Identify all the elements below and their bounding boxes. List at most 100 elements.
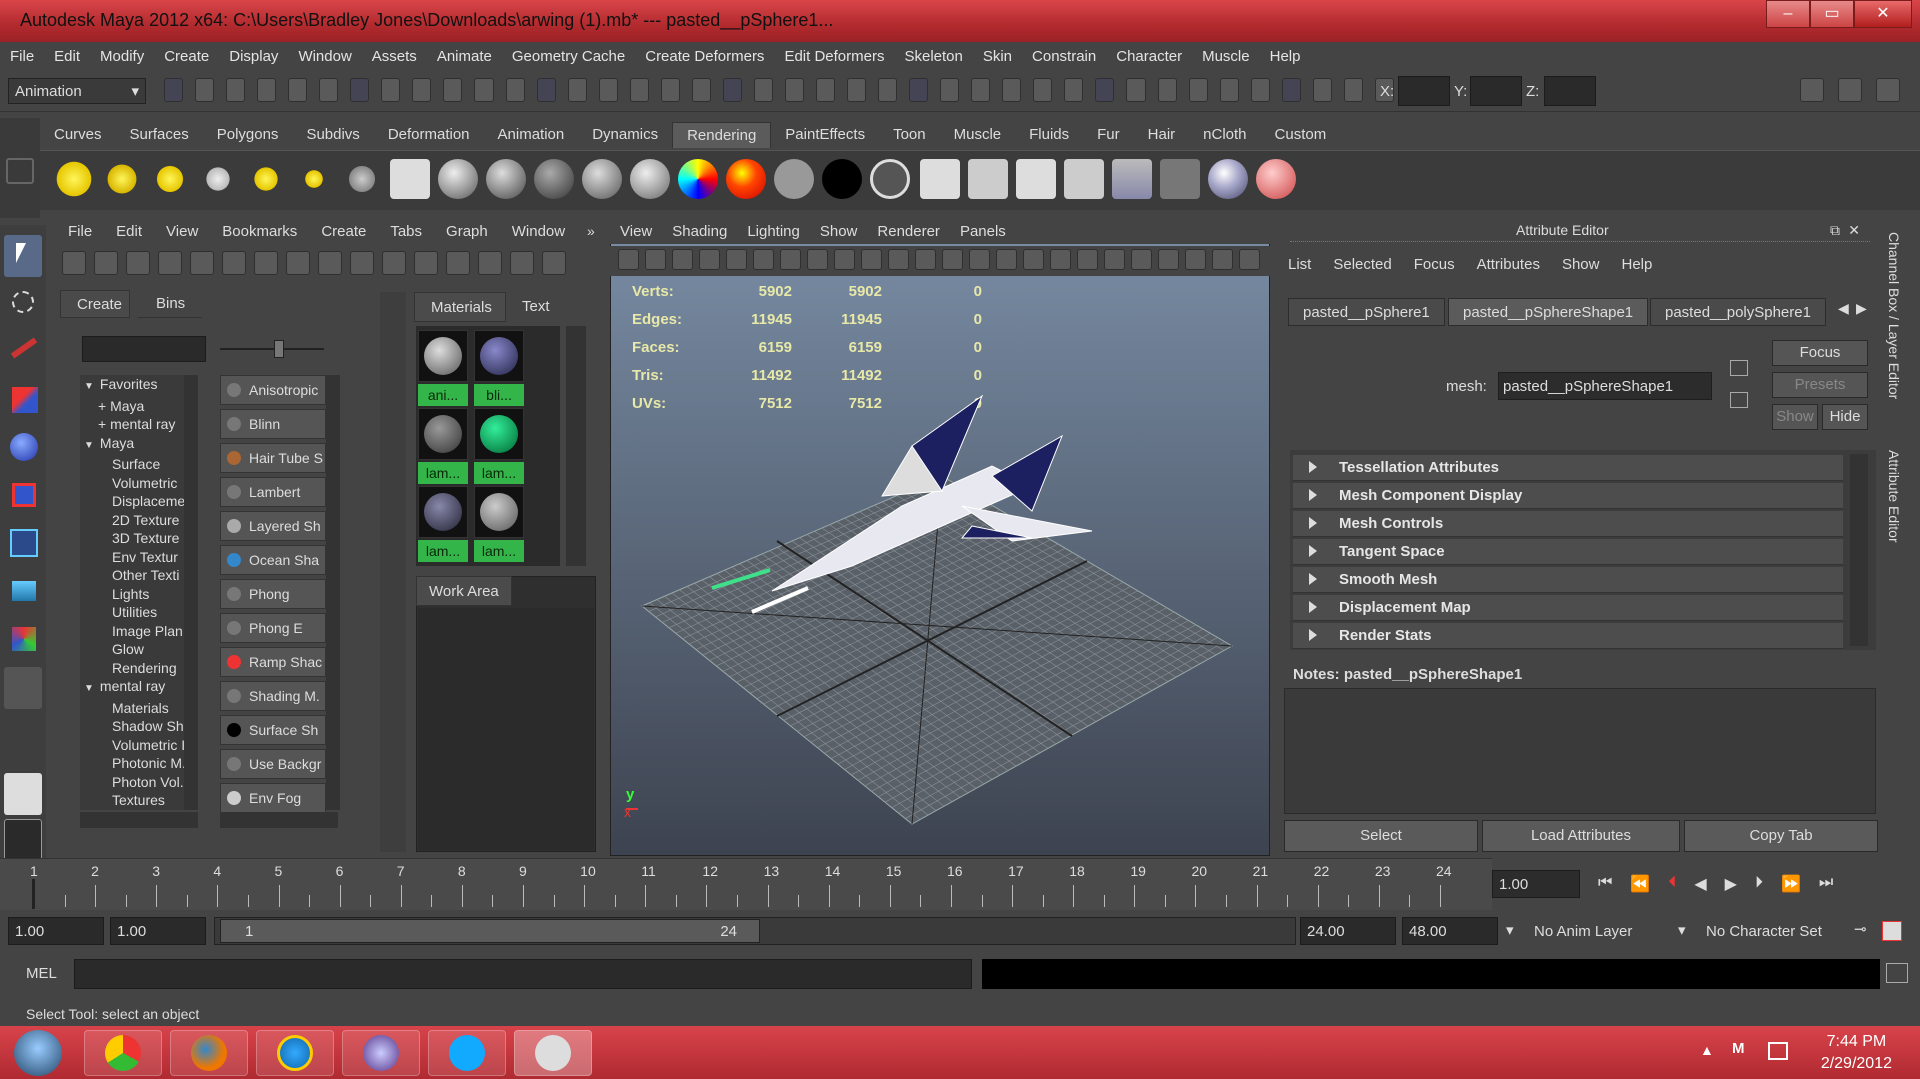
script-editor-icon[interactable] [1886,963,1908,983]
tree-expand-icon[interactable]: ▼ [84,683,94,694]
viewport-tool-icon[interactable] [942,249,963,270]
tree-item[interactable]: Env Textur [80,548,190,567]
tab-work-area[interactable]: Work Area [416,576,512,606]
tree-item[interactable]: Rendering [80,659,190,678]
close-panel-icon[interactable]: ✕ [1848,222,1860,239]
tab-create[interactable]: Create [60,290,130,318]
viewport-tool-icon[interactable] [915,249,936,270]
hypershade-tool-icon[interactable] [382,251,406,275]
tree-item[interactable]: Environmer [80,810,190,811]
current-time-field[interactable]: 1.00 [1492,870,1580,898]
chevron-down-icon[interactable]: ▾ [1506,921,1514,939]
shelf-tab-painteffects[interactable]: PaintEffects [771,122,879,148]
tree-item[interactable]: Displaceme [80,492,190,511]
hypershade-tool-icon[interactable] [254,251,278,275]
viewport-tool-icon[interactable] [1239,249,1260,270]
maya-taskbar-icon[interactable] [514,1030,592,1076]
section-tangent-space[interactable]: Tangent Space [1293,539,1843,565]
menu-skeleton[interactable]: Skeleton [894,48,972,65]
status-tool-icon[interactable] [474,78,494,102]
tool-settings-icon[interactable] [1876,78,1900,102]
presets-button[interactable]: Presets [1772,372,1868,398]
shelf-tab-custom[interactable]: Custom [1261,122,1341,148]
menu-character[interactable]: Character [1106,48,1192,65]
ime-indicator[interactable]: M [1732,1040,1745,1057]
use-background-icon[interactable] [822,159,862,199]
hypershade-menu-tabs[interactable]: Tabs [378,223,434,240]
ae-tabs-right-arrow[interactable]: ▶ [1856,300,1867,317]
maximize-button[interactable]: ▭ [1810,0,1854,28]
status-tool-icon[interactable] [815,78,836,102]
status-tool-icon[interactable] [1281,78,1301,102]
hypershade-menu-graph[interactable]: Graph [434,223,500,240]
viewport-tool-icon[interactable] [753,249,774,270]
batch-render-icon[interactable] [1016,159,1056,199]
skype-taskbar-icon[interactable] [428,1030,506,1076]
hypershade-tool-icon[interactable] [190,251,214,275]
section-tessellation-attributes[interactable]: Tessellation Attributes [1293,455,1843,481]
character-set-dropdown[interactable]: No Character Set [1702,917,1862,945]
tree-item[interactable]: + mental ray [80,415,190,434]
chrome-taskbar-icon[interactable] [84,1030,162,1076]
ie-taskbar-icon[interactable] [256,1030,334,1076]
section-smooth-mesh[interactable]: Smooth Mesh [1293,567,1843,593]
menu-display[interactable]: Display [219,48,288,65]
create-ocean-sha[interactable]: Ocean Sha [220,545,326,575]
material-swatch[interactable] [418,330,468,382]
tree-item[interactable]: Materials [80,699,190,718]
mel-input[interactable] [74,959,972,989]
create-surface-sh[interactable]: Surface Sh [220,715,326,745]
ae-scrollbar[interactable] [1850,454,1868,646]
hypershade-tool-icon[interactable] [158,251,182,275]
tree-item[interactable]: ▼ mental ray [80,677,190,699]
viewport-tool-icon[interactable] [1212,249,1233,270]
tab-textures[interactable]: Text [512,292,560,322]
blinn-sphere-icon[interactable] [438,159,478,199]
hypershade-menu-bookmarks[interactable]: Bookmarks [210,223,309,240]
status-tool-icon[interactable] [319,78,339,102]
status-tool-icon[interactable] [971,78,991,102]
viewport-menu-renderer[interactable]: Renderer [867,223,950,240]
status-tool-icon[interactable] [1312,78,1332,102]
menu-muscle[interactable]: Muscle [1192,48,1260,65]
app-taskbar-icon[interactable] [342,1030,420,1076]
ambient-light-icon[interactable] [54,159,94,199]
status-tool-icon[interactable] [1250,78,1270,102]
menu-set-dropdown[interactable]: Animation ▾ [8,78,146,104]
viewport-menu-panels[interactable]: Panels [950,223,1016,240]
status-tool-icon[interactable] [412,78,432,102]
hypershade-icon[interactable] [342,159,382,199]
viewport-tool-icon[interactable] [618,249,639,270]
menu-edit[interactable]: Edit [44,48,90,65]
render-settings-icon[interactable] [920,159,960,199]
tab-materials[interactable]: Materials [414,292,506,322]
materials-hscrollbar[interactable] [220,812,338,828]
current-time-marker[interactable] [32,879,35,909]
shelf-tab-muscle[interactable]: Muscle [940,122,1016,148]
viewport-tool-icon[interactable] [726,249,747,270]
show-manipulator-icon[interactable] [4,619,42,661]
tree-item[interactable]: Surface [80,455,190,474]
preferences-icon[interactable] [1882,921,1902,941]
viewport-tool-icon[interactable] [996,249,1017,270]
viewport-menu-lighting[interactable]: Lighting [737,223,810,240]
tree-item[interactable]: Photon Vol. [80,773,190,792]
shelf-tab-rendering[interactable]: Rendering [672,122,772,148]
copy-tab-button[interactable]: Copy Tab [1684,820,1878,852]
work-area-canvas[interactable] [418,608,594,850]
create-blinn[interactable]: Blinn [220,409,326,439]
menu-geometry-cache[interactable]: Geometry Cache [502,48,635,65]
anim-layer-dropdown[interactable]: No Anim Layer [1530,917,1690,945]
step-forward-frame-icon[interactable]: ⏵ [1755,874,1763,894]
play-forwards-icon[interactable]: ▶ [1725,874,1737,894]
ae-menu-selected[interactable]: Selected [1333,256,1391,273]
go-to-start-icon[interactable]: ⏮ [1598,874,1612,894]
notes-field[interactable] [1284,688,1876,814]
mesh-name-field[interactable]: pasted__pSphereShape1 [1498,372,1712,400]
tree-item[interactable]: + Maya [80,397,190,416]
volume-light-icon[interactable] [294,159,334,199]
status-tool-icon[interactable] [1126,78,1146,102]
tree-item[interactable]: ▼ Maya [80,434,190,456]
status-tool-icon[interactable] [909,78,929,102]
menu-window[interactable]: Window [288,48,361,65]
